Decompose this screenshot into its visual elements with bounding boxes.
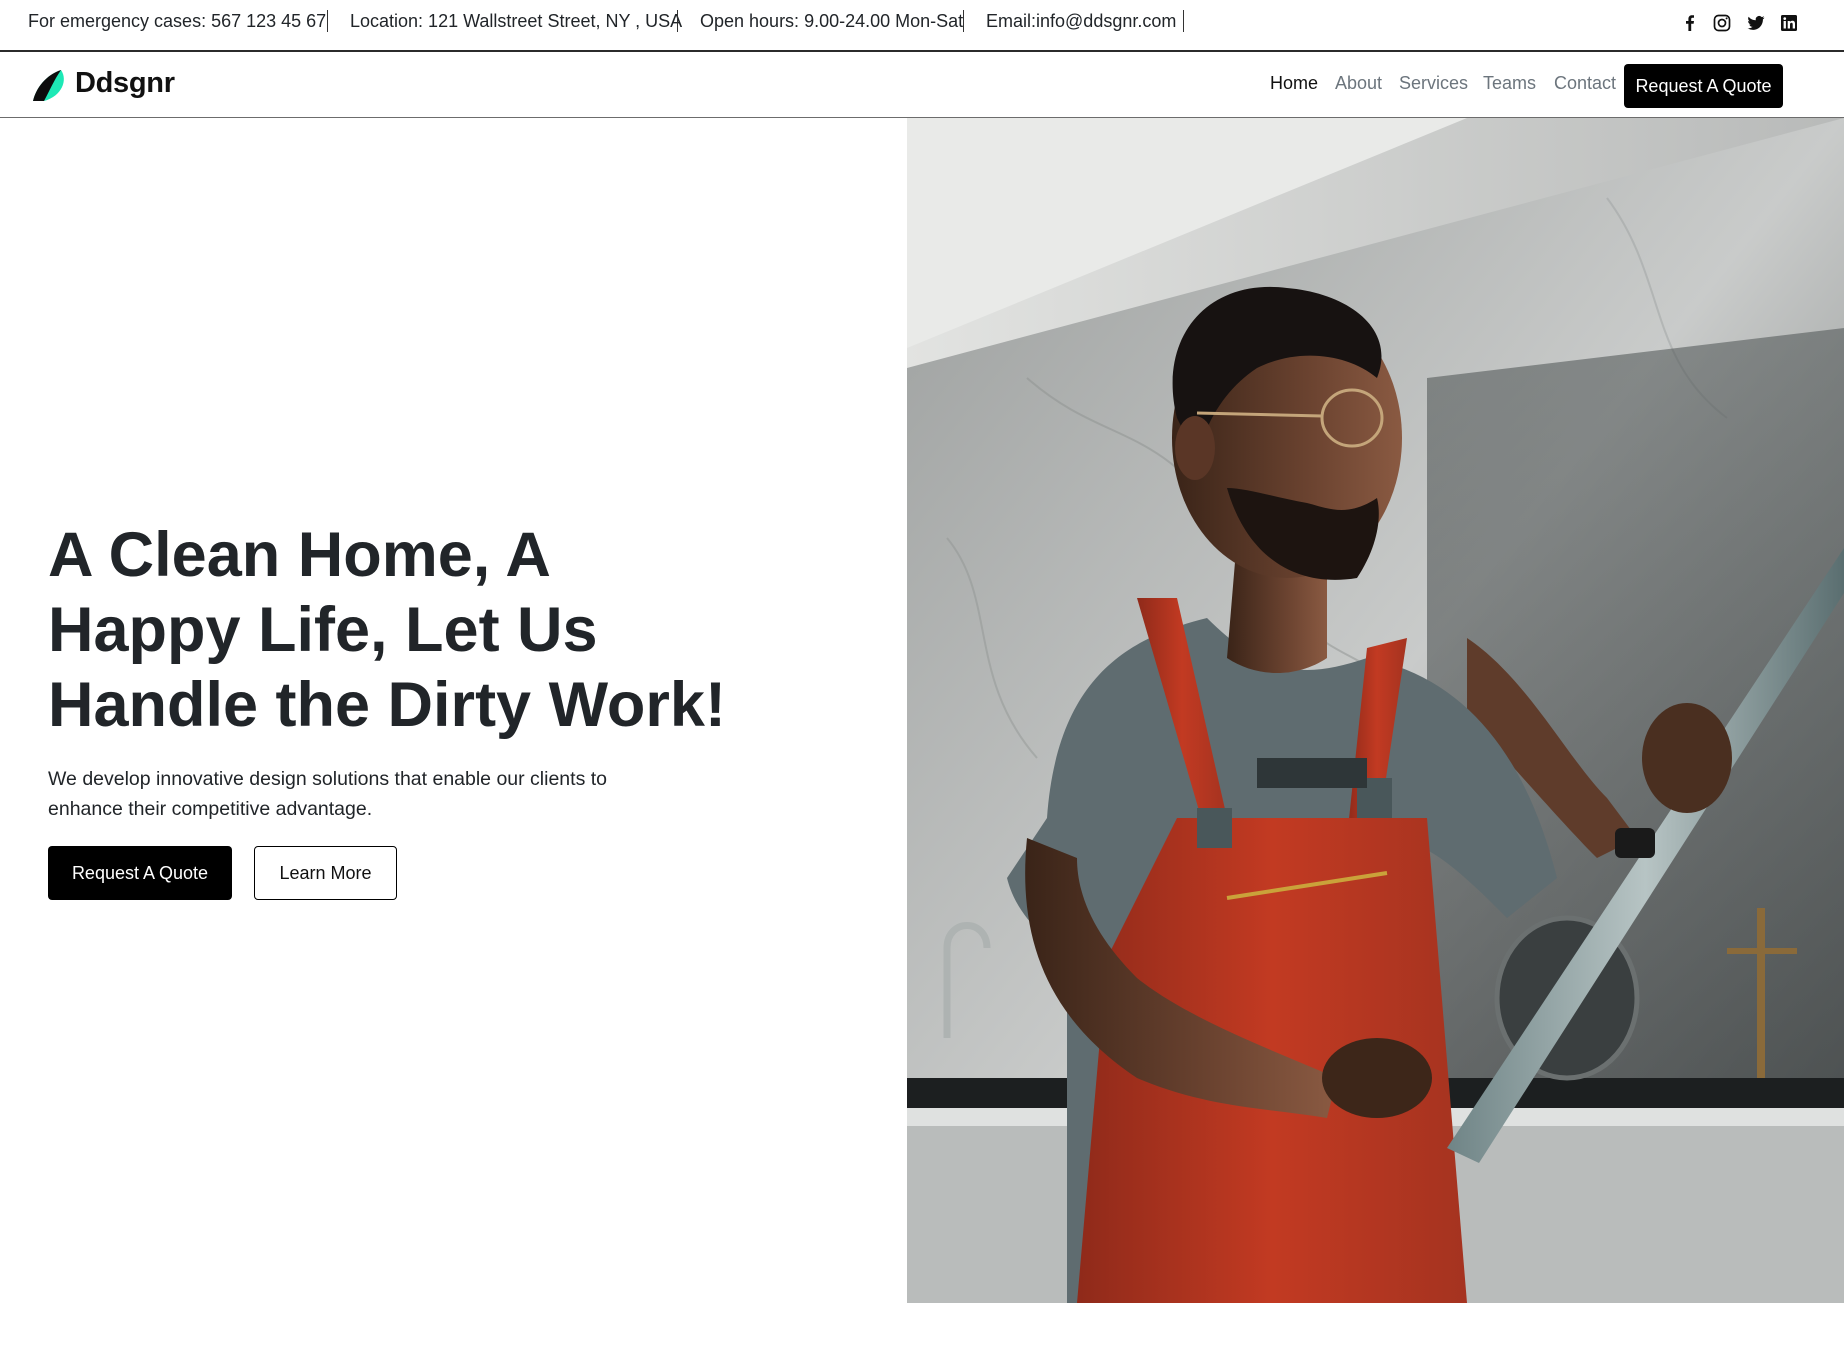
twitter-icon[interactable]: [1746, 13, 1766, 33]
nav-services[interactable]: Services: [1399, 73, 1468, 94]
emergency-contact: For emergency cases: 567 123 45 67: [28, 11, 327, 31]
hero-title-line: A Clean Home, A: [48, 520, 551, 590]
divider: [327, 10, 328, 32]
divider: [1183, 10, 1184, 32]
divider: [677, 10, 678, 32]
request-quote-nav-button[interactable]: Request A Quote: [1624, 64, 1783, 108]
open-hours-info: Open hours: 9.00-24.00 Mon-Sat: [700, 11, 964, 31]
divider: [963, 10, 964, 32]
hero-title-line: Handle the Dirty Work!: [48, 670, 726, 740]
nav-home[interactable]: Home: [1270, 73, 1318, 94]
instagram-icon[interactable]: [1712, 13, 1732, 33]
learn-more-button[interactable]: Learn More: [254, 846, 397, 900]
nav-teams[interactable]: Teams: [1483, 73, 1536, 94]
email-link[interactable]: Email:info@ddsgnr.com: [986, 11, 1176, 32]
linkedin-icon[interactable]: [1779, 13, 1799, 33]
hero-image: [907, 118, 1844, 1303]
facebook-icon[interactable]: [1680, 13, 1700, 33]
nav-about[interactable]: About: [1335, 73, 1382, 94]
main-navbar: Ddsgnr Home About Services Teams Contact…: [0, 52, 1844, 118]
hero-subtitle: We develop innovative design solutions t…: [48, 768, 607, 820]
brand-name[interactable]: Ddsgnr: [75, 67, 175, 100]
hero-title-line: Happy Life, Let Us: [48, 595, 598, 665]
brand-logo-icon[interactable]: [30, 68, 70, 104]
location-info: Location: 121 Wallstreet Street, NY , US…: [350, 11, 683, 31]
request-quote-button[interactable]: Request A Quote: [48, 846, 232, 900]
top-info-bar: For emergency cases: 567 123 45 67 Locat…: [0, 0, 1844, 52]
nav-contact[interactable]: Contact: [1554, 73, 1616, 94]
hero-title: A Clean Home, A Happy Life, Let Us Handl…: [48, 518, 748, 743]
